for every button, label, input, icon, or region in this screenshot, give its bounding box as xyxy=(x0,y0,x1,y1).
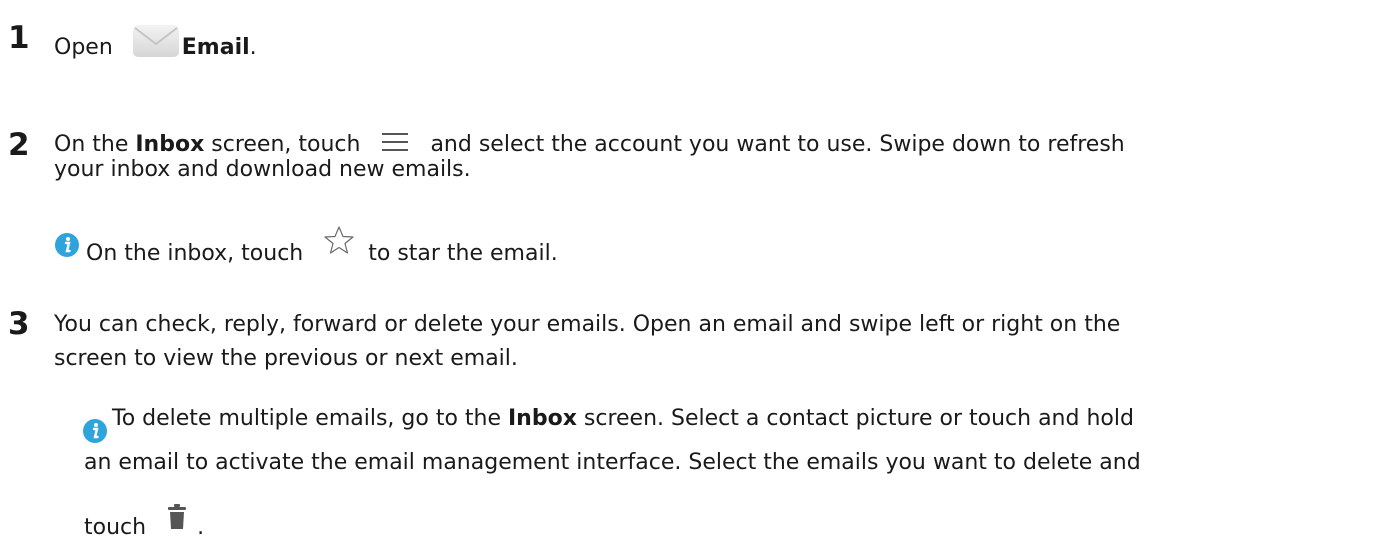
note-line-3: touch . xyxy=(84,504,204,543)
step-1-app-name: Email xyxy=(181,35,250,60)
step-2-text-b: screen, touch xyxy=(204,132,361,157)
tip-text-b: to star the email. xyxy=(368,241,558,266)
inbox-label: Inbox xyxy=(135,132,205,157)
note-text-b: screen. Select a contact picture or touc… xyxy=(576,406,1134,431)
star-outline-icon xyxy=(324,226,354,263)
note-text-a: To delete multiple emails, go to the xyxy=(112,406,508,431)
inbox-label: Inbox xyxy=(508,406,577,431)
step-3-line-2: screen to view the previous or next emai… xyxy=(54,344,518,374)
step-2-text-c: and select the account you want to use. … xyxy=(430,132,1125,157)
step-2-line-2: your inbox and download new emails. xyxy=(54,155,471,185)
step-number: 1 xyxy=(8,20,30,56)
step-1-open-label: Open xyxy=(54,35,113,60)
email-app-icon xyxy=(132,24,180,67)
info-icon xyxy=(54,232,80,267)
step-1-period: . xyxy=(249,35,257,60)
note-period: . xyxy=(197,515,205,540)
step-3-line-1: You can check, reply, forward or delete … xyxy=(54,310,1120,340)
note-line-2: an email to activate the email managemen… xyxy=(84,448,1141,478)
step-number: 2 xyxy=(8,127,30,163)
step-3-text-b: screen to view the previous or next emai… xyxy=(54,346,518,371)
trash-icon xyxy=(167,504,187,539)
step-2-text-a: On the xyxy=(54,132,136,157)
step-number: 3 xyxy=(8,306,30,342)
step-2-text-d: your inbox and download new emails. xyxy=(54,157,471,182)
tip-note: On the inbox, touch to star the email. xyxy=(54,226,558,267)
step-3-text-a: You can check, reply, forward or delete … xyxy=(54,312,1121,337)
note-line-1: To delete multiple emails, go to the Inb… xyxy=(112,404,1134,434)
note-text-c: an email to activate the email managemen… xyxy=(84,450,1141,475)
info-icon xyxy=(82,418,108,450)
step-1-text: Open Email. xyxy=(54,24,257,67)
tip-text-a: On the inbox, touch xyxy=(86,241,304,266)
note-text-d: touch xyxy=(84,515,147,540)
